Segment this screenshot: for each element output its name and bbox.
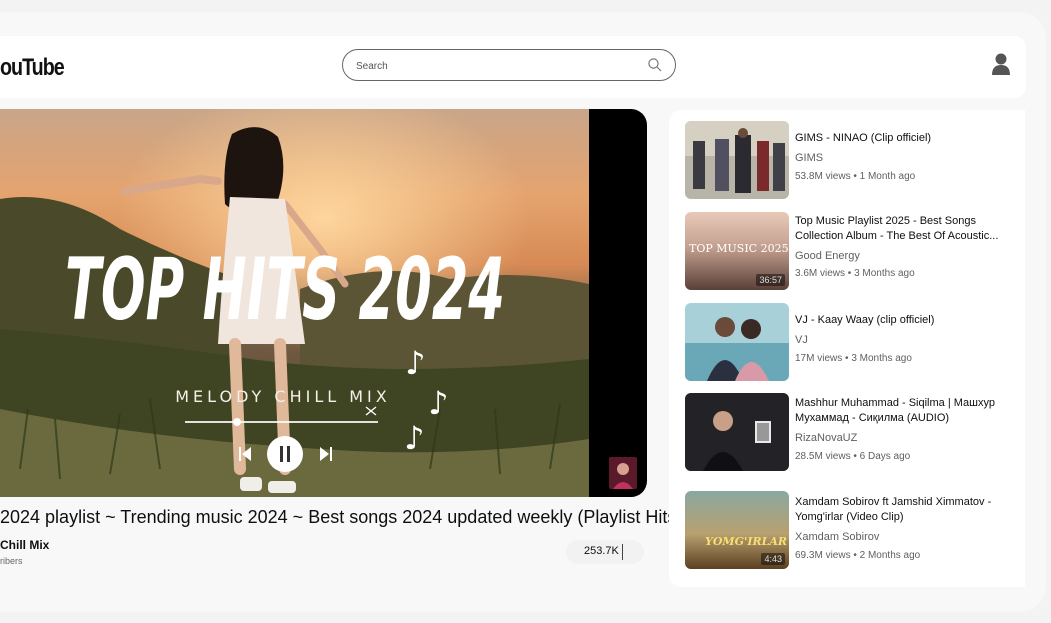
rec-channel[interactable]: Good Energy bbox=[795, 250, 860, 262]
youtube-logo[interactable]: ouTube bbox=[0, 56, 65, 80]
like-button[interactable]: 253.7K bbox=[566, 540, 644, 564]
video-thumbnail[interactable] bbox=[685, 393, 789, 471]
rec-title[interactable]: Top Music Playlist 2025 - Best Songs Col… bbox=[795, 214, 1010, 244]
account-icon[interactable] bbox=[990, 52, 1012, 76]
duration-badge: 4:43 bbox=[761, 553, 785, 565]
video-thumbnail[interactable]: TOP MUSIC 2025 36:57 bbox=[685, 212, 789, 290]
rec-channel[interactable]: Xamdam Sobirov bbox=[795, 531, 879, 543]
rec-title[interactable]: GIMS - NINAO (Clip officiel) bbox=[795, 131, 1010, 146]
svg-text:♪: ♪ bbox=[428, 384, 448, 422]
rec-meta: 53.8M views • 1 Month ago bbox=[795, 171, 916, 182]
duration-badge: 36:57 bbox=[756, 274, 785, 286]
rec-channel[interactable]: VJ bbox=[795, 334, 808, 346]
subscriber-count: ribers bbox=[0, 556, 23, 566]
pause-button[interactable] bbox=[266, 435, 304, 473]
channel-name[interactable]: Chill Mix bbox=[0, 538, 49, 552]
thumbnail-text: TOP MUSIC 2025 bbox=[689, 242, 789, 255]
rec-channel[interactable]: RizaNovaUZ bbox=[795, 432, 857, 444]
video-thumbnail[interactable] bbox=[685, 121, 789, 199]
video-thumbnail[interactable]: YOMG'IRLAR 4:43 bbox=[685, 491, 789, 569]
rec-meta: 69.3M views • 2 Months ago bbox=[795, 550, 921, 561]
like-count: 253.7K bbox=[584, 545, 619, 557]
mini-thumbnail[interactable] bbox=[609, 457, 637, 489]
video-title: 2024 playlist ~ Trending music 2024 ~ Be… bbox=[0, 507, 683, 527]
video-thumbnail[interactable] bbox=[685, 303, 789, 381]
like-divider bbox=[622, 544, 623, 560]
search-icon[interactable] bbox=[647, 57, 663, 73]
search-box[interactable] bbox=[342, 49, 676, 81]
search-input[interactable] bbox=[354, 57, 648, 75]
rec-meta: 28.5M views • 6 Days ago bbox=[795, 451, 911, 462]
previous-icon[interactable] bbox=[238, 446, 252, 462]
thumbnail-text: YOMG'IRLAR bbox=[705, 535, 788, 548]
svg-text:MELODY CHILL MIX: MELODY CHILL MIX bbox=[175, 387, 390, 406]
next-icon[interactable] bbox=[319, 446, 333, 462]
svg-text:♪: ♪ bbox=[404, 419, 424, 457]
svg-text:TOP HITS 2024: TOP HITS 2024 bbox=[65, 240, 505, 340]
rec-title[interactable]: Xamdam Sobirov ft Jamshid Ximmatov - Yom… bbox=[795, 495, 1010, 525]
rec-meta: 3.6M views • 3 Months ago bbox=[795, 268, 915, 279]
recommendations-panel: GIMS - NINAO (Clip officiel) GIMS 53.8M … bbox=[669, 110, 1025, 587]
rec-title[interactable]: Mashhur Muhammad - Siqilma | Машхур Муха… bbox=[795, 396, 1010, 426]
rec-channel[interactable]: GIMS bbox=[795, 152, 823, 164]
rec-title[interactable]: VJ - Kaay Waay (clip officiel) bbox=[795, 313, 1010, 328]
svg-text:♪: ♪ bbox=[405, 344, 425, 382]
video-player[interactable]: TOP HITS 2024 MELODY CHILL MIX ♪ ♪ ♪ bbox=[0, 109, 647, 497]
rec-meta: 17M views • 3 Months ago bbox=[795, 353, 912, 364]
